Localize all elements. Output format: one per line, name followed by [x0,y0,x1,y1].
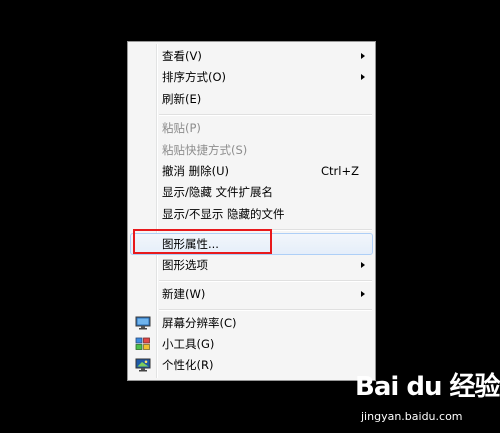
submenu-arrow-icon [361,291,365,297]
menu-item-paste: 粘贴(P) [130,118,373,139]
menu-item-gadgets[interactable]: 小工具(G) [130,334,373,355]
watermark-url: jingyan.baidu.com [361,410,463,423]
gadgets-icon [135,337,151,351]
menu-separator [159,114,372,116]
menu-item-label: 撤消 删除(U) [162,164,230,178]
menu-item-shortcut: Ctrl+Z [321,164,359,178]
menu-item-label: 显示/不显示 隐藏的文件 [162,207,285,221]
menu-item-new[interactable]: 新建(W) [130,284,373,305]
menu-item-label: 刷新(E) [162,92,202,106]
menu-item-label: 屏幕分辨率(C) [162,316,237,330]
menu-item-sort-by[interactable]: 排序方式(O) [130,67,373,88]
menu-item-personalize[interactable]: 个性化(R) [130,355,373,376]
menu-item-label: 排序方式(O) [162,70,227,84]
menu-item-graphics-options[interactable]: 图形选项 [130,255,373,276]
submenu-arrow-icon [361,262,365,268]
menu-item-label: 小工具(G) [162,337,215,351]
menu-item-view[interactable]: 查看(V) [130,46,373,67]
menu-item-paste-shortcut: 粘贴快捷方式(S) [130,140,373,161]
menu-item-label: 显示/隐藏 文件扩展名 [162,185,274,199]
menu-item-label: 新建(W) [162,287,206,301]
menu-item-label: 个性化(R) [162,358,214,372]
menu-item-label: 查看(V) [162,49,202,63]
menu-item-toggle-hidden-files[interactable]: 显示/不显示 隐藏的文件 [130,204,373,225]
monitor-resolution-icon [135,316,151,330]
desktop-context-menu: 查看(V) 排序方式(O) 刷新(E) 粘贴(P) 粘贴快捷方式(S) 撤消 删… [127,41,376,381]
menu-separator [159,309,372,311]
menu-item-screen-resolution[interactable]: 屏幕分辨率(C) [130,313,373,334]
personalize-icon [135,358,151,372]
menu-item-refresh[interactable]: 刷新(E) [130,89,373,110]
watermark-logo: Bai du 经验 [355,372,500,402]
menu-item-toggle-extensions[interactable]: 显示/隐藏 文件扩展名 [130,182,373,203]
submenu-arrow-icon [361,53,365,59]
menu-item-label: 图形选项 [162,258,208,272]
menu-separator [159,280,372,282]
baidu-jingyan-watermark: Bai du 经验 jingyan.baidu.com [355,366,500,428]
submenu-arrow-icon [361,74,365,80]
menu-item-undo-delete[interactable]: 撤消 删除(U) Ctrl+Z [130,161,373,182]
annotation-highlight-box [133,229,272,254]
menu-item-label: 粘贴(P) [162,121,201,135]
menu-item-label: 粘贴快捷方式(S) [162,143,248,157]
